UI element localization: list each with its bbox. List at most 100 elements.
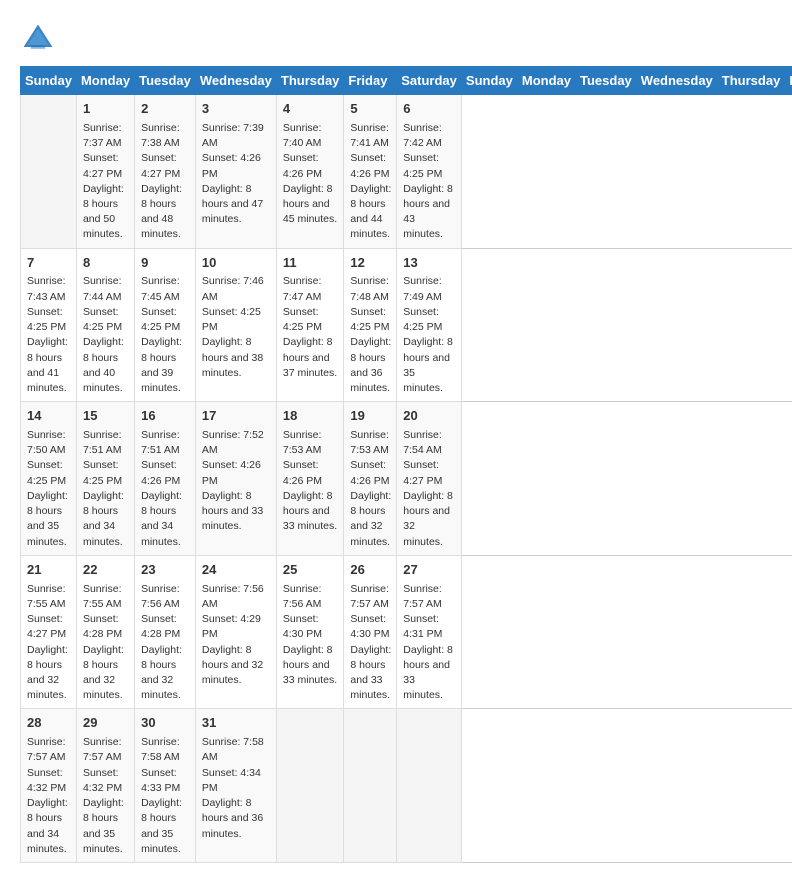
day-info: Sunrise: 7:56 AMSunset: 4:29 PMDaylight:… bbox=[202, 582, 271, 689]
logo bbox=[20, 20, 60, 56]
calendar-header-row: SundayMondayTuesdayWednesdayThursdayFrid… bbox=[21, 67, 792, 95]
calendar-cell: 26Sunrise: 7:57 AMSunset: 4:30 PMDayligh… bbox=[344, 555, 397, 709]
header-friday: Friday bbox=[785, 67, 792, 95]
day-info: Sunrise: 7:53 AMSunset: 4:26 PMDaylight:… bbox=[283, 428, 339, 535]
day-number: 21 bbox=[27, 561, 71, 580]
calendar-cell: 27 Sunrise: 7:57 AMSunset: 4:31 PMDayligh… bbox=[397, 555, 462, 709]
day-number: 6 bbox=[403, 100, 456, 119]
header-sunday: Sunday bbox=[461, 67, 517, 95]
day-info: Sunrise: 7:57 AMSunset: 4:31 PMDaylight:… bbox=[403, 582, 456, 704]
calendar-cell: 21 Sunrise: 7:55 AMSunset: 4:27 PMDayligh… bbox=[21, 555, 77, 709]
calendar-cell: 23 Sunrise: 7:56 AMSunset: 4:28 PMDayligh… bbox=[135, 555, 196, 709]
day-info: Sunrise: 7:44 AMSunset: 4:25 PMDaylight:… bbox=[83, 274, 129, 396]
header-monday: Monday bbox=[517, 67, 575, 95]
day-number: 20 bbox=[403, 407, 456, 426]
calendar-week-row: 14 Sunrise: 7:50 AMSunset: 4:25 PMDayligh… bbox=[21, 402, 792, 556]
calendar-cell bbox=[276, 709, 344, 863]
calendar-cell: 25Sunrise: 7:56 AMSunset: 4:30 PMDayligh… bbox=[276, 555, 344, 709]
day-number: 14 bbox=[27, 407, 71, 426]
calendar-cell: 6Sunrise: 7:42 AMSunset: 4:25 PMDaylight… bbox=[397, 95, 462, 249]
day-info: Sunrise: 7:39 AMSunset: 4:26 PMDaylight:… bbox=[202, 121, 271, 228]
day-info: Sunrise: 7:55 AMSunset: 4:27 PMDaylight:… bbox=[27, 582, 71, 704]
header-day-friday: Friday bbox=[344, 67, 397, 95]
header-day-thursday: Thursday bbox=[276, 67, 344, 95]
calendar-cell: 22 Sunrise: 7:55 AMSunset: 4:28 PMDayligh… bbox=[76, 555, 134, 709]
day-number: 18 bbox=[283, 407, 339, 426]
calendar-cell: 8Sunrise: 7:44 AMSunset: 4:25 PMDaylight… bbox=[76, 248, 134, 402]
day-info: Sunrise: 7:55 AMSunset: 4:28 PMDaylight:… bbox=[83, 582, 129, 704]
day-number: 19 bbox=[350, 407, 391, 426]
day-number: 4 bbox=[283, 100, 339, 119]
calendar-cell bbox=[21, 95, 77, 249]
calendar-cell: 30 Sunrise: 7:58 AMSunset: 4:33 PMDayligh… bbox=[135, 709, 196, 863]
calendar-cell: 5 Sunrise: 7:41 AMSunset: 4:26 PMDaylight… bbox=[344, 95, 397, 249]
day-number: 25 bbox=[283, 561, 339, 580]
day-number: 10 bbox=[202, 254, 271, 273]
day-info: Sunrise: 7:38 AMSunset: 4:27 PMDaylight:… bbox=[141, 121, 190, 243]
calendar-cell: 7Sunrise: 7:43 AMSunset: 4:25 PMDaylight… bbox=[21, 248, 77, 402]
calendar-table: SundayMondayTuesdayWednesdayThursdayFrid… bbox=[20, 66, 792, 863]
day-number: 17 bbox=[202, 407, 271, 426]
calendar-cell: 20Sunrise: 7:54 AMSunset: 4:27 PMDayligh… bbox=[397, 402, 462, 556]
day-number: 16 bbox=[141, 407, 190, 426]
calendar-cell: 3 Sunrise: 7:39 AMSunset: 4:26 PMDaylight… bbox=[195, 95, 276, 249]
header-tuesday: Tuesday bbox=[576, 67, 637, 95]
calendar-cell: 31 Sunrise: 7:58 AMSunset: 4:34 PMDayligh… bbox=[195, 709, 276, 863]
day-number: 12 bbox=[350, 254, 391, 273]
day-info: Sunrise: 7:48 AMSunset: 4:25 PMDaylight:… bbox=[350, 274, 391, 396]
day-info: Sunrise: 7:40 AMSunset: 4:26 PMDaylight:… bbox=[283, 121, 339, 228]
calendar-cell: 10Sunrise: 7:46 AMSunset: 4:25 PMDayligh… bbox=[195, 248, 276, 402]
calendar-cell: 14 Sunrise: 7:50 AMSunset: 4:25 PMDayligh… bbox=[21, 402, 77, 556]
calendar-cell: 19 Sunrise: 7:53 AMSunset: 4:26 PMDayligh… bbox=[344, 402, 397, 556]
day-info: Sunrise: 7:51 AMSunset: 4:26 PMDaylight:… bbox=[141, 428, 190, 550]
day-info: Sunrise: 7:43 AMSunset: 4:25 PMDaylight:… bbox=[27, 274, 71, 396]
day-info: Sunrise: 7:52 AMSunset: 4:26 PMDaylight:… bbox=[202, 428, 271, 535]
calendar-cell: 24 Sunrise: 7:56 AMSunset: 4:29 PMDayligh… bbox=[195, 555, 276, 709]
day-number: 3 bbox=[202, 100, 271, 119]
day-info: Sunrise: 7:57 AMSunset: 4:32 PMDaylight:… bbox=[27, 735, 71, 857]
day-number: 5 bbox=[350, 100, 391, 119]
day-number: 30 bbox=[141, 714, 190, 733]
calendar-week-row: 28Sunrise: 7:57 AMSunset: 4:32 PMDayligh… bbox=[21, 709, 792, 863]
calendar-cell: 9Sunrise: 7:45 AMSunset: 4:25 PMDaylight… bbox=[135, 248, 196, 402]
calendar-week-row: 7Sunrise: 7:43 AMSunset: 4:25 PMDaylight… bbox=[21, 248, 792, 402]
calendar-cell: 11Sunrise: 7:47 AMSunset: 4:25 PMDayligh… bbox=[276, 248, 344, 402]
day-info: Sunrise: 7:56 AMSunset: 4:28 PMDaylight:… bbox=[141, 582, 190, 704]
day-info: Sunrise: 7:58 AMSunset: 4:34 PMDaylight:… bbox=[202, 735, 271, 842]
day-number: 26 bbox=[350, 561, 391, 580]
day-info: Sunrise: 7:50 AMSunset: 4:25 PMDaylight:… bbox=[27, 428, 71, 550]
day-number: 31 bbox=[202, 714, 271, 733]
calendar-cell: 16 Sunrise: 7:51 AMSunset: 4:26 PMDayligh… bbox=[135, 402, 196, 556]
header-thursday: Thursday bbox=[717, 67, 785, 95]
day-info: Sunrise: 7:53 AMSunset: 4:26 PMDaylight:… bbox=[350, 428, 391, 550]
calendar-cell: 29 Sunrise: 7:57 AMSunset: 4:32 PMDayligh… bbox=[76, 709, 134, 863]
day-info: Sunrise: 7:49 AMSunset: 4:25 PMDaylight:… bbox=[403, 274, 456, 396]
calendar-week-row: 1Sunrise: 7:37 AMSunset: 4:27 PMDaylight… bbox=[21, 95, 792, 249]
day-info: Sunrise: 7:41 AMSunset: 4:26 PMDaylight:… bbox=[350, 121, 391, 243]
day-info: Sunrise: 7:47 AMSunset: 4:25 PMDaylight:… bbox=[283, 274, 339, 381]
header-day-sunday: Sunday bbox=[21, 67, 77, 95]
header-day-monday: Monday bbox=[76, 67, 134, 95]
day-number: 27 bbox=[403, 561, 456, 580]
calendar-cell: 1Sunrise: 7:37 AMSunset: 4:27 PMDaylight… bbox=[76, 95, 134, 249]
calendar-week-row: 21 Sunrise: 7:55 AMSunset: 4:27 PMDayligh… bbox=[21, 555, 792, 709]
day-number: 29 bbox=[83, 714, 129, 733]
day-info: Sunrise: 7:57 AMSunset: 4:32 PMDaylight:… bbox=[83, 735, 129, 857]
day-info: Sunrise: 7:45 AMSunset: 4:25 PMDaylight:… bbox=[141, 274, 190, 396]
day-number: 11 bbox=[283, 254, 339, 273]
header-day-wednesday: Wednesday bbox=[195, 67, 276, 95]
calendar-cell: 28Sunrise: 7:57 AMSunset: 4:32 PMDayligh… bbox=[21, 709, 77, 863]
day-number: 7 bbox=[27, 254, 71, 273]
calendar-cell: 13Sunrise: 7:49 AMSunset: 4:25 PMDayligh… bbox=[397, 248, 462, 402]
day-number: 24 bbox=[202, 561, 271, 580]
calendar-cell: 17 Sunrise: 7:52 AMSunset: 4:26 PMDayligh… bbox=[195, 402, 276, 556]
logo-icon bbox=[20, 20, 56, 56]
day-number: 22 bbox=[83, 561, 129, 580]
calendar-cell: 2Sunrise: 7:38 AMSunset: 4:27 PMDaylight… bbox=[135, 95, 196, 249]
header-wednesday: Wednesday bbox=[636, 67, 717, 95]
header-day-tuesday: Tuesday bbox=[135, 67, 196, 95]
day-number: 23 bbox=[141, 561, 190, 580]
calendar-cell: 12Sunrise: 7:48 AMSunset: 4:25 PMDayligh… bbox=[344, 248, 397, 402]
header-day-saturday: Saturday bbox=[397, 67, 462, 95]
day-info: Sunrise: 7:58 AMSunset: 4:33 PMDaylight:… bbox=[141, 735, 190, 857]
